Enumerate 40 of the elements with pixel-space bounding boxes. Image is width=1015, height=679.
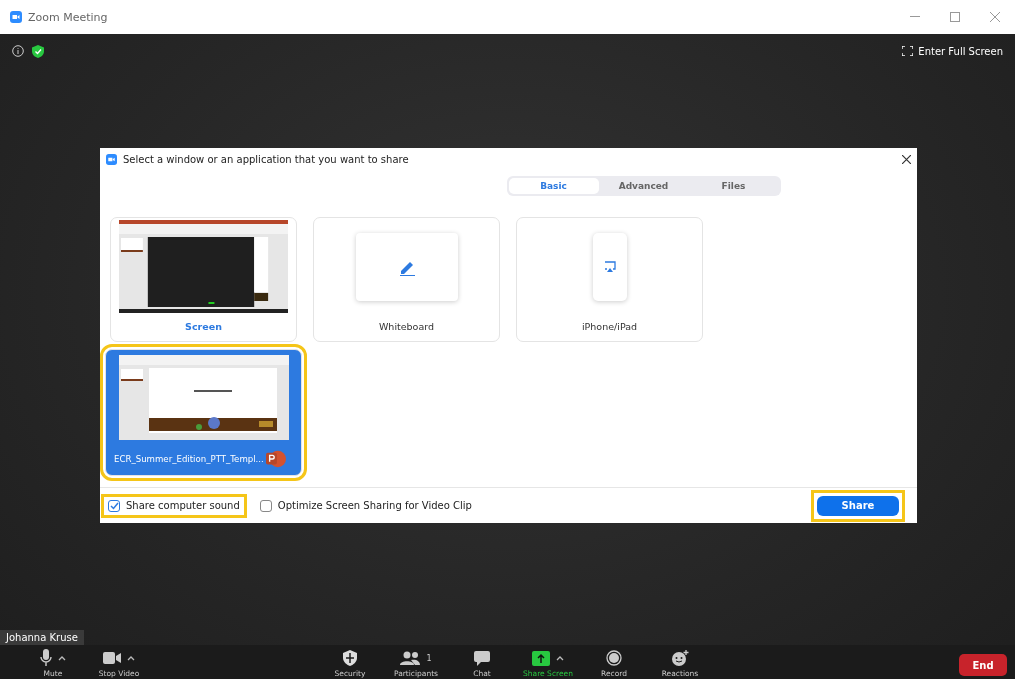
window-title: Zoom Meeting bbox=[28, 10, 109, 24]
smiley-icon bbox=[671, 649, 689, 667]
record-icon bbox=[606, 650, 622, 666]
tab[interactable]: Advanced bbox=[598, 178, 689, 194]
close-icon[interactable] bbox=[902, 154, 911, 164]
tab[interactable]: Basic bbox=[508, 178, 599, 194]
share-screen-icon bbox=[532, 650, 550, 666]
chat-bubble-icon bbox=[474, 650, 490, 666]
share-button[interactable]: Share bbox=[817, 495, 899, 516]
end-button[interactable]: End bbox=[959, 654, 1007, 676]
tab[interactable]: Files bbox=[688, 178, 779, 194]
source-label: Screen bbox=[185, 321, 222, 332]
source-card[interactable]: Whiteboard bbox=[313, 217, 500, 342]
checkbox-option[interactable]: Share computer sound bbox=[104, 496, 244, 515]
source-card[interactable]: Screen bbox=[110, 217, 297, 342]
window-name: ECR_Summer_Edition_PTT_Templ... bbox=[114, 454, 264, 464]
info-icon[interactable] bbox=[12, 45, 24, 57]
source-label: Whiteboard bbox=[378, 321, 435, 332]
checkbox-option[interactable]: Optimize Screen Sharing for Video Clip bbox=[255, 496, 476, 515]
presentation-app-icon bbox=[265, 449, 286, 469]
caret-icon[interactable] bbox=[58, 655, 66, 661]
caret-icon[interactable] bbox=[556, 655, 564, 661]
people-icon bbox=[400, 651, 421, 665]
shield-check-icon[interactable] bbox=[32, 44, 44, 58]
source-card[interactable]: iPhone/iPad bbox=[516, 217, 703, 342]
microphone-icon bbox=[40, 649, 52, 667]
camera-logo-icon bbox=[106, 153, 117, 165]
dialog-title: Select a window or an application that you want to share bbox=[123, 153, 410, 165]
participant-count: 1 bbox=[426, 653, 432, 663]
shield-icon bbox=[343, 650, 357, 666]
camera-logo-icon bbox=[10, 11, 22, 23]
video-camera-icon bbox=[103, 652, 121, 664]
participant-name: Johanna Kruse bbox=[0, 630, 84, 645]
checkbox[interactable] bbox=[259, 499, 272, 512]
source-label: iPhone/iPad bbox=[581, 321, 638, 332]
checkbox[interactable] bbox=[108, 499, 120, 512]
fullscreen-button[interactable]: Enter Full Screen bbox=[902, 45, 1003, 57]
airplay-icon bbox=[603, 261, 616, 272]
expand-icon bbox=[902, 46, 914, 56]
caret-icon[interactable] bbox=[127, 655, 135, 661]
